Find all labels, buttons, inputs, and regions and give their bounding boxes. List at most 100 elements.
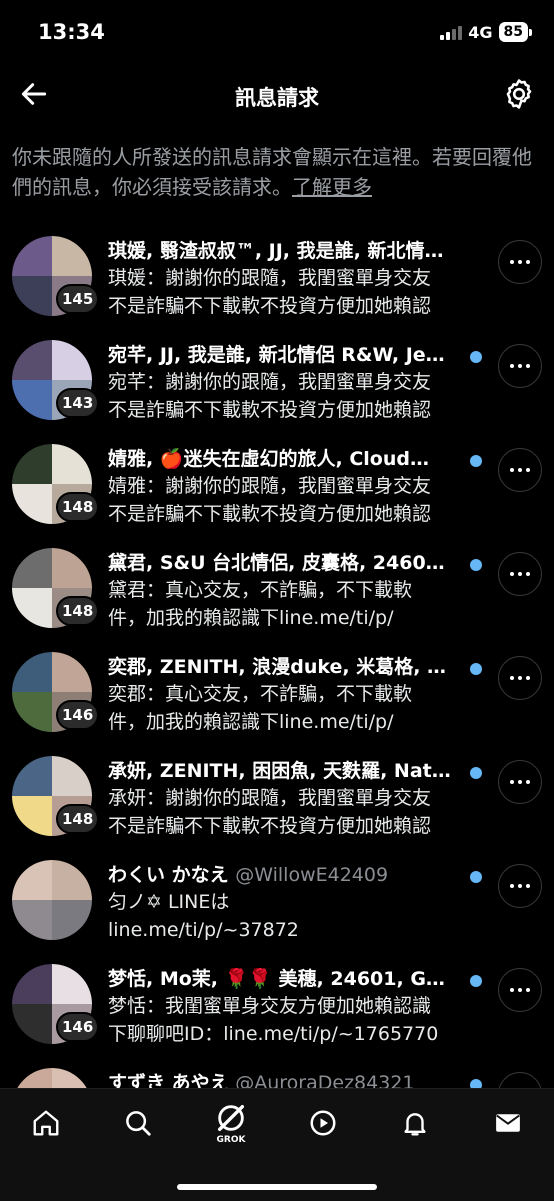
more-dot-icon (526, 260, 530, 264)
request-row[interactable]: 148 承妍, ZENITH, 困困魚, 天麩羅, Nat… 承妍：謝謝你的跟隨，我… (0, 750, 554, 854)
page-title: 訊息請求 (235, 86, 319, 110)
conversation-names: 琪媛, 翳渣叔叔™, JJ, 我是誰, 新北情… (108, 236, 468, 263)
request-row[interactable]: 148 黛君, S&U 台北情侶, 皮囊格, 2460… 黛君：真心交友，不詐騙，不… (0, 542, 554, 646)
message-preview-line: 下聊聊吧ID：line.me/ti/p/~1765770 (108, 1023, 439, 1045)
avatar-photo (12, 652, 52, 692)
avatar[interactable] (12, 860, 92, 940)
avatar-photo (12, 340, 52, 380)
unread-dot (470, 767, 482, 779)
learn-more-link[interactable]: 了解更多 (292, 175, 372, 199)
request-row[interactable]: 146 梦恬, Mo茉, 🌹🌹 美穗, 24601, G… 梦恬：我閨蜜單身交友方便… (0, 958, 554, 1062)
message-preview-line: 不是詐騙不下載軟不投資方便加她賴認 (108, 399, 432, 421)
member-count-badge: 148 (56, 804, 100, 834)
conversation-names: 奕郡, ZENITH, 浪漫duke, 米葛格, … (108, 652, 468, 679)
avatar-photo (52, 900, 92, 940)
tab-media[interactable] (298, 1101, 348, 1145)
more-dot-icon (518, 468, 522, 472)
avatar-photo (52, 548, 92, 588)
avatar-photo (12, 796, 52, 836)
member-count-badge: 148 (56, 492, 100, 522)
grok-label: GROK (216, 1135, 246, 1145)
request-list: 145 琪媛, 翳渣叔叔™, JJ, 我是誰, 新北情… 琪媛：謝謝你的跟隨，我閨蜜… (0, 230, 554, 1166)
more-options-button[interactable] (498, 240, 542, 284)
message-preview-line: 不是詐騙不下載軟不投資方便加她賴認 (108, 815, 432, 837)
tab-grok[interactable]: GROK (206, 1101, 256, 1145)
names-text: わくい かなえ (108, 864, 229, 886)
avatar-photo (52, 756, 92, 796)
request-row[interactable]: 145 琪媛, 翳渣叔叔™, JJ, 我是誰, 新北情… 琪媛：謝謝你的跟隨，我閨蜜… (0, 230, 554, 334)
message-preview-line: 婧雅：謝謝你的跟隨，我閨蜜單身交友 (108, 475, 432, 497)
tab-home[interactable] (21, 1101, 71, 1145)
names-text: 琪媛, 翳渣叔叔™, JJ, 我是誰, 新北情… (108, 240, 444, 262)
more-options-button[interactable] (498, 552, 542, 596)
home-indicator (177, 1184, 377, 1190)
more-options-button[interactable] (498, 344, 542, 388)
mail-icon (496, 1114, 520, 1132)
avatar-photo (12, 756, 52, 796)
avatar-photo (12, 276, 52, 316)
message-preview: 宛芊：謝謝你的跟隨，我閨蜜單身交友 不是詐騙不下載軟不投資方便加她賴認 (108, 368, 480, 424)
names-text: 黛君, S&U 台北情侶, 皮囊格, 2460… (108, 552, 445, 574)
more-dot-icon (510, 780, 514, 784)
more-dot-icon (510, 572, 514, 576)
request-row[interactable]: 143 宛芊, JJ, 我是誰, 新北情侶 R&W, Je… 宛芊：謝謝你的跟隨，我… (0, 334, 554, 438)
avatar-photo (12, 444, 52, 484)
home-icon (33, 1110, 59, 1136)
message-preview: 承妍：謝謝你的跟隨，我閨蜜單身交友 不是詐騙不下載軟不投資方便加她賴認 (108, 784, 480, 840)
more-dot-icon (510, 468, 514, 472)
header: 訊息請求 (0, 64, 554, 124)
play-icon (310, 1110, 336, 1136)
unread-dot (470, 975, 482, 987)
more-options-button[interactable] (498, 864, 542, 908)
gear-icon[interactable] (502, 77, 536, 111)
more-dot-icon (518, 572, 522, 576)
more-options-button[interactable] (498, 448, 542, 492)
names-text: 奕郡, ZENITH, 浪漫duke, 米葛格, … (108, 656, 447, 678)
conversation-names: わくい かなえ @WillowE42409 (108, 860, 468, 887)
message-preview-line: 梦恬：我閨蜜單身交友方便加她賴認識 (108, 995, 432, 1017)
message-preview-line: 不是詐騙不下載軟不投資方便加她賴認 (108, 503, 432, 525)
request-row[interactable]: わくい かなえ @WillowE42409 匀ノ✡ LINEは line.me/ti… (0, 854, 554, 958)
member-count-badge: 143 (56, 388, 100, 418)
request-row[interactable]: 146 奕郡, ZENITH, 浪漫duke, 米葛格, … 奕郡：真心交友，不詐騙… (0, 646, 554, 750)
avatar-photo (52, 860, 92, 900)
member-count-badge: 148 (56, 596, 100, 626)
unread-dot (470, 455, 482, 467)
message-preview-line: 件，加我的賴認識下line.me/ti/p/ (108, 607, 394, 629)
member-count-badge: 146 (56, 700, 100, 730)
more-dot-icon (510, 884, 514, 888)
conversation-names: 婧雅, 🍎迷失在虛幻的旅人, Cloud… (108, 444, 468, 471)
more-options-button[interactable] (498, 968, 542, 1012)
more-dot-icon (518, 988, 522, 992)
tab-messages[interactable] (483, 1101, 533, 1145)
more-options-button[interactable] (498, 656, 542, 700)
avatar-photo (12, 484, 52, 524)
status-time: 13:34 (38, 20, 105, 44)
avatar-photo (12, 1004, 52, 1044)
member-count-badge: 145 (56, 284, 100, 314)
avatar-photo (12, 860, 52, 900)
battery-tip (529, 28, 532, 36)
names-text: 宛芊, JJ, 我是誰, 新北情侶 R&W, Je… (108, 344, 445, 366)
more-dot-icon (518, 260, 522, 264)
more-dot-icon (526, 572, 530, 576)
user-handle: @WillowE42409 (235, 864, 389, 886)
conversation-names: 宛芊, JJ, 我是誰, 新北情侶 R&W, Je… (108, 340, 468, 367)
tab-notifications[interactable] (390, 1101, 440, 1145)
network-label: 4G (468, 22, 493, 42)
avatar-photo (12, 900, 52, 940)
conversation-names: 梦恬, Mo茉, 🌹🌹 美穗, 24601, G… (108, 964, 468, 991)
more-dot-icon (510, 364, 514, 368)
tab-search[interactable] (113, 1101, 163, 1145)
message-preview-line: 黛君：真心交友，不詐騙，不下載軟 (108, 579, 413, 601)
avatar-photo (12, 588, 52, 628)
more-options-button[interactable] (498, 760, 542, 804)
more-dot-icon (518, 676, 522, 680)
message-preview-line: 件，加我的賴認識下line.me/ti/p/ (108, 711, 394, 733)
message-preview: 琪媛：謝謝你的跟隨，我閨蜜單身交友 不是詐騙不下載軟不投資方便加她賴認 (108, 264, 480, 320)
request-row[interactable]: 148 婧雅, 🍎迷失在虛幻的旅人, Cloud… 婧雅：謝謝你的跟隨，我閨蜜單身交… (0, 438, 554, 542)
message-preview: 匀ノ✡ LINEは line.me/ti/p/~37872 (108, 888, 480, 944)
avatar-photo (12, 548, 52, 588)
more-dot-icon (526, 884, 530, 888)
message-preview: 奕郡：真心交友，不詐騙，不下載軟 件，加我的賴認識下line.me/ti/p/ (108, 680, 480, 736)
